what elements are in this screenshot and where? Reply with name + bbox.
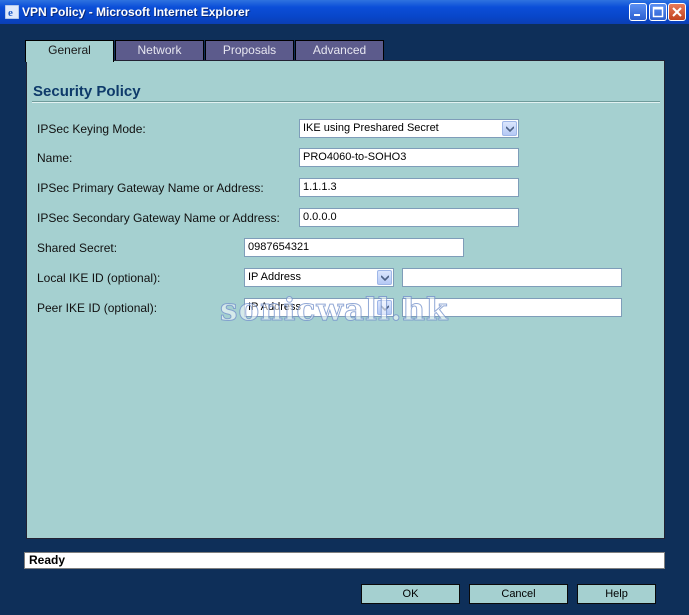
- help-button[interactable]: Help: [577, 584, 656, 604]
- svg-text:e: e: [8, 7, 13, 19]
- maximize-icon: [652, 6, 664, 18]
- cancel-button[interactable]: Cancel: [469, 584, 568, 604]
- tab-advanced[interactable]: Advanced: [295, 40, 384, 61]
- name-label: Name:: [37, 151, 73, 165]
- minimize-icon: [634, 14, 640, 16]
- section-title: Security Policy: [33, 83, 141, 100]
- chevron-down-icon[interactable]: [502, 121, 517, 136]
- local-ike-id-type-value: IP Address: [248, 271, 301, 283]
- chevron-down-icon[interactable]: [377, 300, 392, 315]
- ie-icon: e: [5, 5, 19, 19]
- primary-gateway-field[interactable]: 1.1.1.3: [299, 178, 519, 197]
- status-bar: Ready: [24, 552, 665, 569]
- section-divider: [32, 101, 660, 103]
- peer-ike-id-label: Peer IKE ID (optional):: [37, 301, 158, 315]
- secondary-gateway-label: IPSec Secondary Gateway Name or Address:: [37, 211, 280, 225]
- chevron-down-icon[interactable]: [377, 270, 392, 285]
- close-icon: [672, 7, 682, 17]
- shared-secret-label: Shared Secret:: [37, 241, 118, 255]
- vpn-policy-window: e VPN Policy - Microsoft Internet Explor…: [0, 0, 689, 615]
- local-ike-id-field[interactable]: [402, 268, 622, 287]
- window-title: VPN Policy - Microsoft Internet Explorer: [22, 5, 250, 19]
- tab-general[interactable]: General: [25, 40, 114, 62]
- tab-network[interactable]: Network: [115, 40, 204, 61]
- name-field[interactable]: PRO4060-to-SOHO3: [299, 148, 519, 167]
- general-panel: Security Policy IPSec Keying Mode: IKE u…: [26, 60, 665, 539]
- minimize-button[interactable]: [629, 3, 647, 21]
- local-ike-id-type-select[interactable]: IP Address: [244, 268, 394, 287]
- maximize-button[interactable]: [649, 3, 667, 21]
- keying-mode-value: IKE using Preshared Secret: [303, 122, 439, 134]
- ok-button[interactable]: OK: [361, 584, 460, 604]
- peer-ike-id-type-select[interactable]: IP Address: [244, 298, 394, 317]
- title-bar[interactable]: e VPN Policy - Microsoft Internet Explor…: [0, 0, 689, 24]
- peer-ike-id-field[interactable]: [402, 298, 622, 317]
- keying-mode-label: IPSec Keying Mode:: [37, 122, 146, 136]
- secondary-gateway-field[interactable]: 0.0.0.0: [299, 208, 519, 227]
- keying-mode-select[interactable]: IKE using Preshared Secret: [299, 119, 519, 138]
- shared-secret-field[interactable]: 0987654321: [244, 238, 464, 257]
- tab-proposals[interactable]: Proposals: [205, 40, 294, 61]
- primary-gateway-label: IPSec Primary Gateway Name or Address:: [37, 181, 264, 195]
- local-ike-id-label: Local IKE ID (optional):: [37, 271, 161, 285]
- close-button[interactable]: [668, 3, 686, 21]
- peer-ike-id-type-value: IP Address: [248, 301, 301, 313]
